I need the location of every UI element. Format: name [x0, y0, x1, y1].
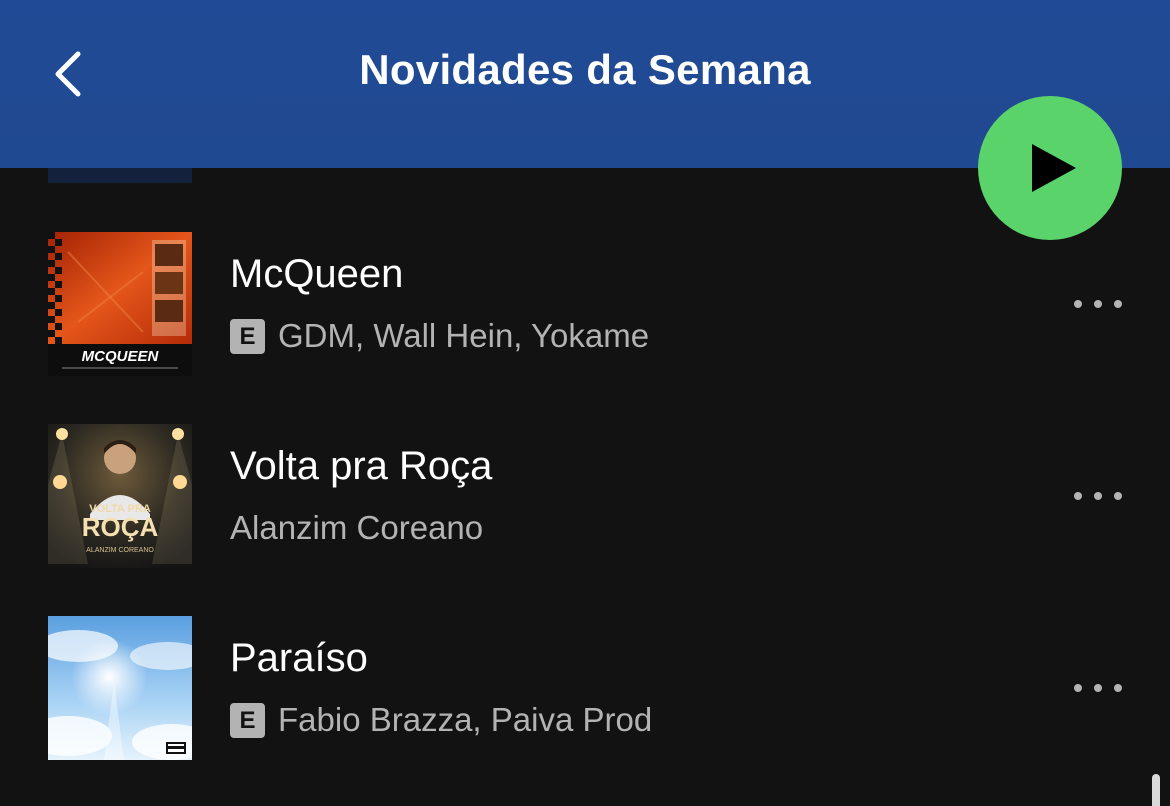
album-art: VOLTA PRA ROÇA ALANZIM COREANO [48, 424, 192, 568]
album-art-line2: ROÇA [82, 512, 159, 542]
more-options-icon [1074, 492, 1122, 500]
album-art [48, 616, 192, 760]
explicit-badge: E [230, 702, 265, 738]
track-row[interactable]: MCQUEEN McQueen E GDM, Wall Hein, Yokame [0, 232, 1170, 382]
track-title: Paraíso [230, 636, 368, 680]
more-options-button[interactable] [1068, 670, 1128, 706]
explicit-badge: E [230, 318, 265, 354]
scrollbar[interactable] [1152, 774, 1160, 806]
play-button[interactable] [978, 96, 1122, 240]
more-options-button[interactable] [1068, 286, 1128, 322]
track-title: Volta pra Roça [230, 444, 493, 488]
playlist-screen: Novidades da Semana MCQUEEN McQueen E GD… [0, 0, 1170, 806]
track-subtitle: E GDM, Wall Hein, Yokame [230, 316, 649, 356]
track-subtitle: E Fabio Brazza, Paiva Prod [230, 700, 652, 740]
album-art: MCQUEEN [48, 232, 192, 376]
more-options-icon [1074, 300, 1122, 308]
track-artists[interactable]: GDM, Wall Hein, Yokame [278, 317, 649, 355]
more-options-icon [1074, 684, 1122, 692]
previous-track-art [48, 168, 192, 183]
track-row[interactable]: Paraíso E Fabio Brazza, Paiva Prod [0, 616, 1170, 766]
track-title: McQueen [230, 252, 404, 296]
track-artists[interactable]: Alanzim Coreano [230, 509, 483, 547]
more-options-button[interactable] [1068, 478, 1128, 514]
album-art-logo: MCQUEEN [82, 348, 160, 365]
play-icon [1032, 144, 1076, 192]
track-artists[interactable]: Fabio Brazza, Paiva Prod [278, 701, 652, 739]
page-title: Novidades da Semana [359, 46, 811, 93]
album-art-line3: ALANZIM COREANO [86, 547, 154, 554]
track-row[interactable]: VOLTA PRA ROÇA ALANZIM COREANO Volta pra… [0, 424, 1170, 574]
track-subtitle: Alanzim Coreano [230, 508, 483, 548]
